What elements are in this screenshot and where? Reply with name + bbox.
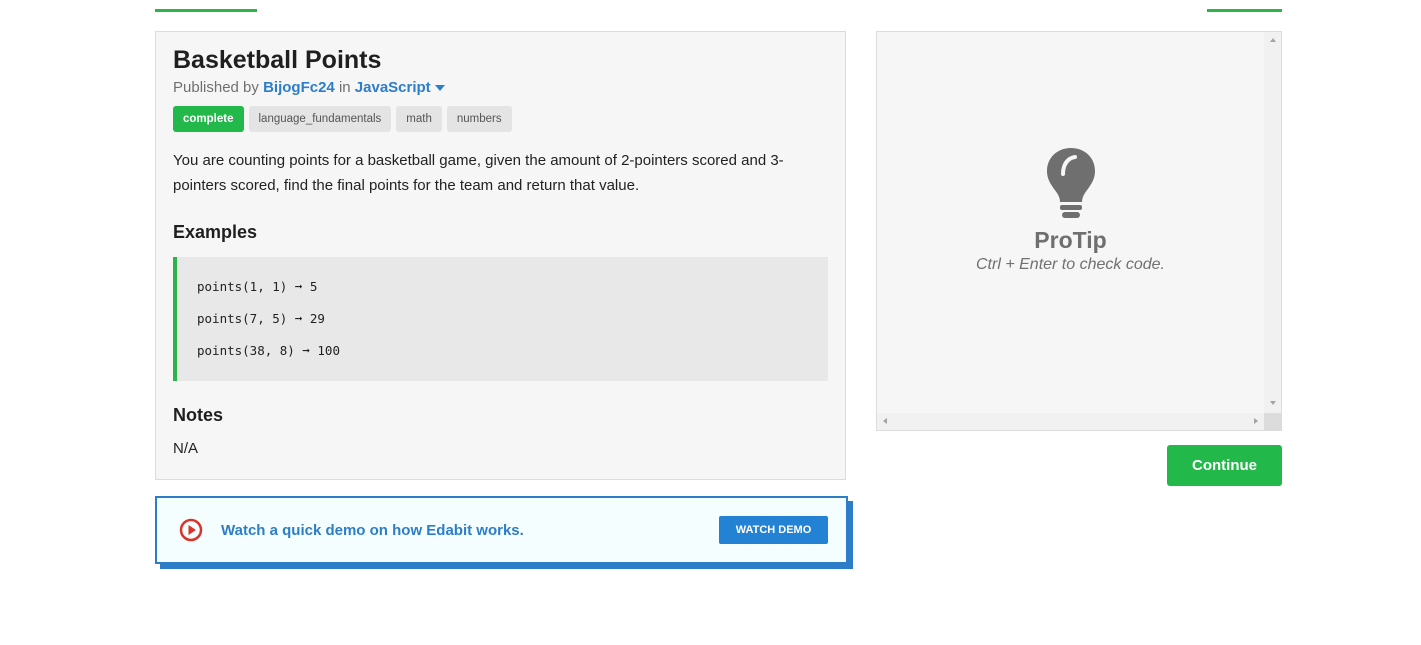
tag-numbers[interactable]: numbers xyxy=(446,106,512,132)
protip-text: Ctrl + Enter to check code. xyxy=(976,256,1165,273)
tag-list: complete language_fundamentals math numb… xyxy=(173,106,828,132)
language-label: JavaScript xyxy=(354,79,431,96)
active-tab-indicator-right xyxy=(1207,9,1282,12)
scroll-right-arrow-icon[interactable] xyxy=(1254,418,1258,424)
caret-down-icon xyxy=(434,85,445,92)
language-dropdown[interactable]: JavaScript xyxy=(355,79,445,96)
notes-heading: Notes xyxy=(173,405,224,425)
published-prefix: Published by xyxy=(173,79,259,96)
demo-banner: Watch a quick demo on how Edabit works. … xyxy=(155,496,848,564)
scroll-down-arrow-icon[interactable] xyxy=(1270,401,1276,405)
published-line: Published by BijogFc24 in JavaScript xyxy=(173,78,828,98)
tag-math[interactable]: math xyxy=(396,106,442,132)
lightbulb-icon xyxy=(1046,148,1095,218)
examples-heading: Examples xyxy=(173,222,258,242)
tag-complete[interactable]: complete xyxy=(173,106,244,132)
notes-text: N/A xyxy=(173,440,199,457)
vertical-scrollbar[interactable] xyxy=(1264,32,1281,414)
example-line: points(1, 1) ➞ 5 xyxy=(197,279,318,294)
play-icon[interactable] xyxy=(179,518,203,542)
scrollbar-corner xyxy=(1264,413,1281,430)
active-tab-indicator-left xyxy=(155,9,257,12)
demo-text[interactable]: Watch a quick demo on how Edabit works. xyxy=(221,522,719,539)
examples-block: points(1, 1) ➞ 5 points(7, 5) ➞ 29 point… xyxy=(173,257,828,381)
challenge-description: You are counting points for a basketball… xyxy=(173,152,784,194)
tag-language-fundamentals[interactable]: language_fundamentals xyxy=(248,106,392,132)
protip-title: ProTip xyxy=(1034,227,1107,253)
watch-demo-button[interactable]: WATCH DEMO xyxy=(719,516,828,544)
continue-button[interactable]: Continue xyxy=(1167,445,1282,486)
example-line: points(7, 5) ➞ 29 xyxy=(197,311,325,326)
code-editor[interactable]: ProTip Ctrl + Enter to check code. xyxy=(876,31,1282,431)
challenge-title: Basketball Points xyxy=(173,46,382,74)
in-word: in xyxy=(338,79,351,96)
example-line: points(38, 8) ➞ 100 xyxy=(197,343,340,358)
challenge-panel: Basketball Points Published by BijogFc24… xyxy=(155,31,846,480)
author-link[interactable]: BijogFc24 xyxy=(263,79,335,96)
protip: ProTip Ctrl + Enter to check code. xyxy=(877,146,1264,274)
horizontal-scrollbar[interactable] xyxy=(877,413,1264,430)
scroll-up-arrow-icon[interactable] xyxy=(1270,38,1276,42)
scroll-left-arrow-icon[interactable] xyxy=(883,418,887,424)
